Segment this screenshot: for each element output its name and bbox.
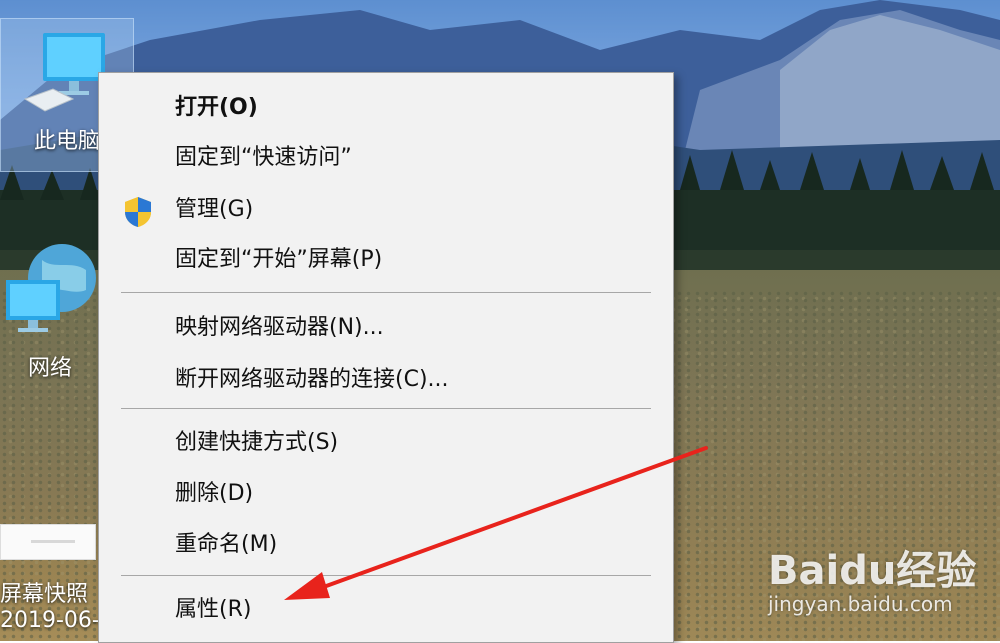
menu-item-disconnect-network-drive[interactable]: 断开网络驱动器的连接(C)... [99, 357, 673, 403]
uac-shield-icon [125, 197, 151, 227]
menu-separator [121, 292, 651, 293]
menu-item-label: 属性(R) [175, 597, 252, 622]
menu-item-label: 打开(O) [175, 95, 258, 120]
desktop-icon-screenshot[interactable]: 屏幕快照 2019-06- [0, 524, 100, 641]
menu-item-map-network-drive[interactable]: 映射网络驱动器(N)... [99, 305, 673, 351]
desktop-icon-label: 屏幕快照 [0, 582, 89, 607]
menu-item-label: 管理(G) [175, 197, 254, 222]
desktop-icon-network[interactable]: 网络 [0, 240, 100, 390]
menu-item-rename[interactable]: 重命名(M) [99, 522, 673, 568]
menu-item-label: 创建快捷方式(S) [175, 430, 339, 455]
menu-item-delete[interactable]: 删除(D) [99, 471, 673, 517]
menu-item-label: 删除(D) [175, 481, 254, 506]
desktop-icon-label: 网络 [27, 356, 72, 381]
menu-item-label: 固定到“开始”屏幕(P) [175, 247, 383, 272]
baidu-watermark: Baidu经验 jingyan.baidu.com [760, 532, 1000, 632]
menu-item-create-shortcut[interactable]: 创建快捷方式(S) [99, 420, 673, 466]
network-globe-icon [6, 244, 96, 332]
menu-item-label: 断开网络驱动器的连接(C)... [175, 367, 449, 392]
menu-item-pin-start[interactable]: 固定到“开始”屏幕(P) [99, 237, 673, 283]
menu-item-open[interactable]: 打开(O) [99, 85, 673, 131]
screenshot-thumbnail [0, 524, 96, 560]
menu-item-label: 重命名(M) [175, 532, 278, 557]
menu-separator [121, 408, 651, 409]
watermark-url: jingyan.baidu.com [768, 592, 953, 616]
menu-item-pin-quick-access[interactable]: 固定到“快速访问” [99, 135, 673, 181]
menu-item-label: 映射网络驱动器(N)... [175, 315, 384, 340]
menu-item-label: 固定到“快速访问” [175, 145, 352, 170]
desktop-icon-sublabel: 2019-06- [0, 608, 100, 633]
menu-separator [121, 575, 651, 576]
context-menu: 打开(O) 固定到“快速访问” 管理(G) 固定到“开始”屏幕(P) 映射网络驱… [98, 72, 674, 643]
watermark-logo: Baidu经验 [768, 548, 977, 594]
menu-item-manage[interactable]: 管理(G) [99, 187, 673, 233]
menu-item-properties[interactable]: 属性(R) [99, 587, 673, 633]
